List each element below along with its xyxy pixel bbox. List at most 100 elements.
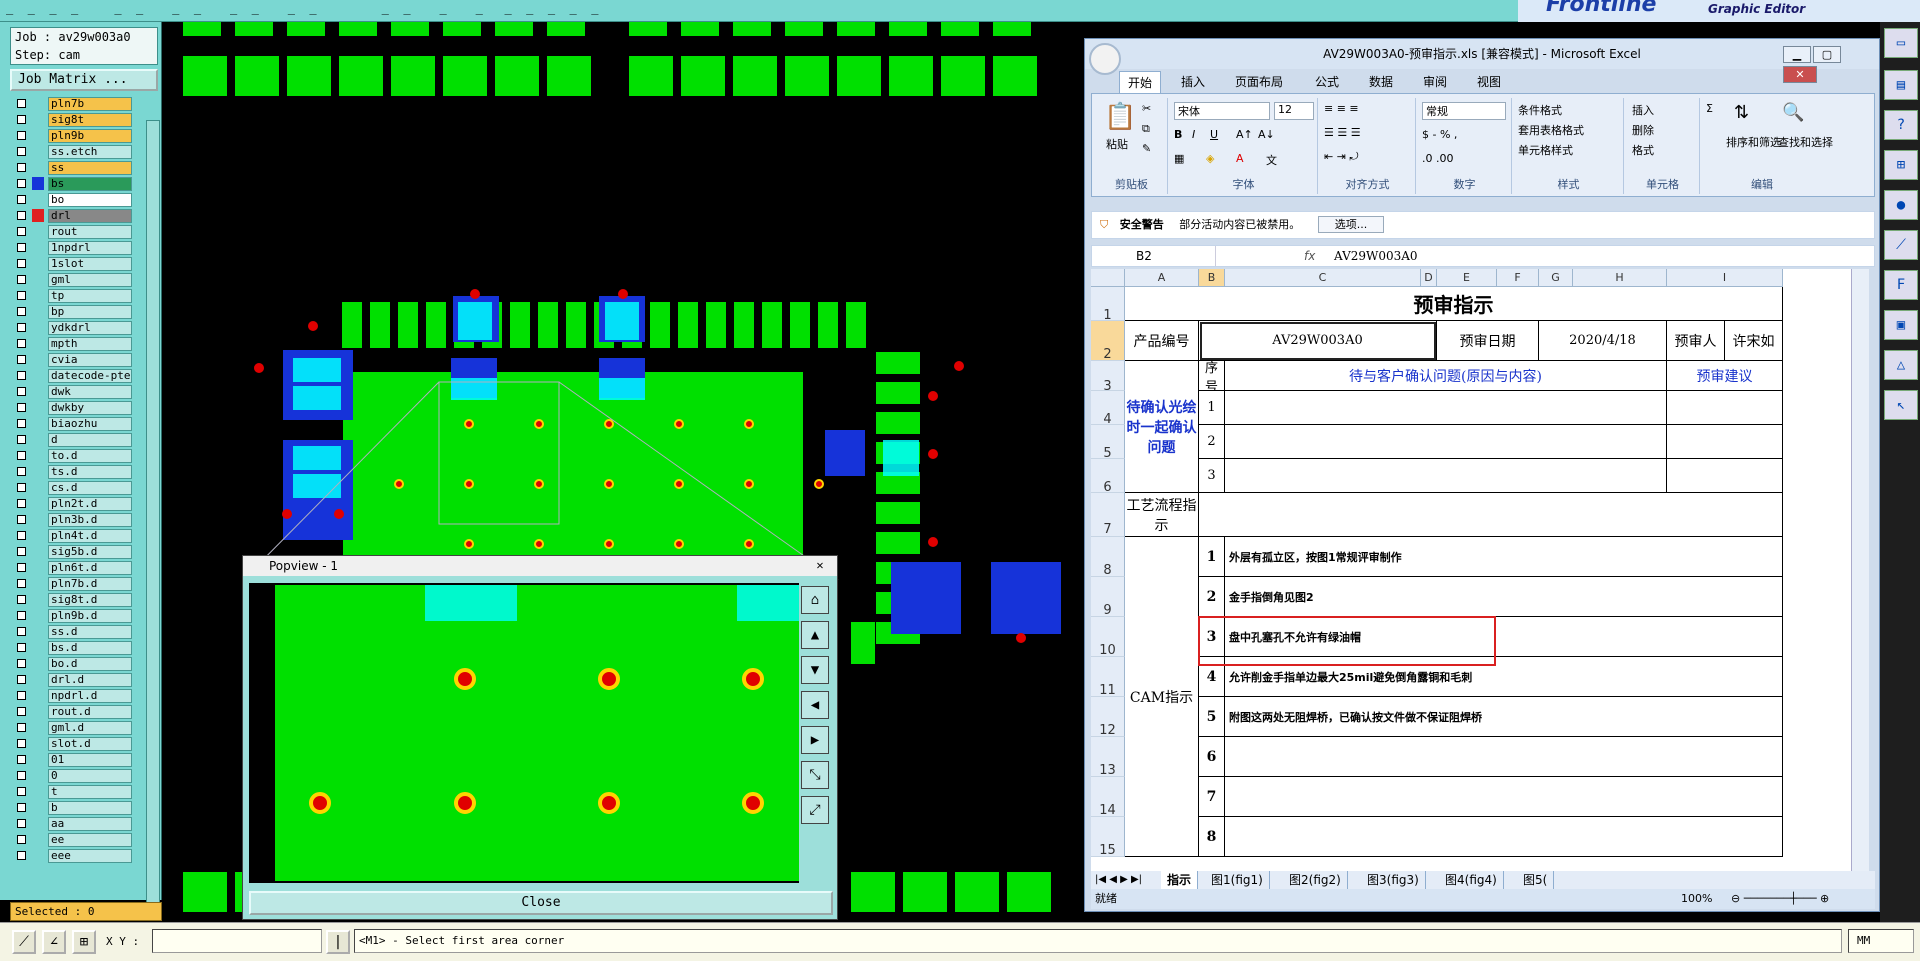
reviewer-value[interactable]: 许宋如 <box>1725 321 1783 361</box>
job-matrix-button[interactable]: Job Matrix ... <box>10 69 158 91</box>
layer-row[interactable]: cvia <box>12 352 132 368</box>
paste-button[interactable]: 粘贴 <box>1106 136 1128 152</box>
layer-row[interactable]: dwk <box>12 384 132 400</box>
angle-icon[interactable]: ∠ <box>42 930 66 954</box>
tool-4-icon[interactable]: ● <box>1884 190 1918 220</box>
ribbon-tab[interactable]: 数据 <box>1361 71 1401 93</box>
sheet-tab[interactable]: 图1(fig1) <box>1205 871 1270 889</box>
ribbon-tab[interactable]: 审阅 <box>1415 71 1455 93</box>
column-header[interactable]: D <box>1421 269 1437 287</box>
question-suggestion[interactable] <box>1667 391 1783 425</box>
process-label[interactable]: 工艺流程指示 <box>1125 493 1199 537</box>
layer-name[interactable]: drl.d <box>48 673 132 687</box>
layer-row[interactable]: pln4t.d <box>12 528 132 544</box>
sort-filter-button[interactable]: 排序和筛选 <box>1726 134 1781 150</box>
select-cursor-icon[interactable]: ↖ <box>1884 390 1918 420</box>
sheet-nav-icon[interactable]: |◀ ◀ ▶ ▶| <box>1095 871 1142 889</box>
review-date-value[interactable]: 2020/4/18 <box>1539 321 1667 361</box>
layer-name[interactable]: bs <box>48 177 132 191</box>
layer-row[interactable]: 1npdrl <box>12 240 132 256</box>
table-format-button[interactable]: 套用表格格式 <box>1518 122 1584 138</box>
tool-7-icon[interactable]: ▣ <box>1884 310 1918 340</box>
layer-row[interactable]: rout <box>12 224 132 240</box>
layer-name[interactable]: bo.d <box>48 657 132 671</box>
units-display[interactable]: MM <box>1848 929 1914 953</box>
find-icon[interactable]: 🔍 <box>1782 102 1804 123</box>
zoom-slider[interactable]: ⊖ ───────┼─── ⊕ <box>1731 889 1829 909</box>
layer-checkbox[interactable] <box>17 355 26 364</box>
question-number[interactable]: 3 <box>1199 459 1225 493</box>
question-text[interactable] <box>1225 391 1667 425</box>
layer-name[interactable]: b <box>48 801 132 815</box>
sheet-tab[interactable]: 图3(fig3) <box>1361 871 1426 889</box>
layer-row[interactable]: pln3b.d <box>12 512 132 528</box>
layer-checkbox[interactable] <box>17 451 26 460</box>
border-icon[interactable]: ▦ <box>1174 152 1184 165</box>
layer-checkbox[interactable] <box>17 179 26 188</box>
pan-down-icon[interactable]: ▼ <box>801 656 829 684</box>
layer-checkbox[interactable] <box>17 803 26 812</box>
layer-row[interactable]: ee <box>12 832 132 848</box>
security-options-button[interactable]: 选项... <box>1317 216 1385 233</box>
layer-row[interactable]: bs.d <box>12 640 132 656</box>
font-name-select[interactable]: 宋体 <box>1174 102 1270 120</box>
layer-name[interactable]: 0 <box>48 769 132 783</box>
font-color-icon[interactable]: A <box>1236 152 1244 165</box>
layer-name[interactable]: bp <box>48 305 132 319</box>
cam-item-text[interactable] <box>1225 737 1783 777</box>
layer-name[interactable]: dwkby <box>48 401 132 415</box>
bold-icon[interactable]: B <box>1174 128 1182 141</box>
layer-name[interactable]: mpth <box>48 337 132 351</box>
layer-row[interactable]: pln7b <box>12 96 132 112</box>
layer-row[interactable]: 01 <box>12 752 132 768</box>
layer-row[interactable]: bp <box>12 304 132 320</box>
layer-checkbox[interactable] <box>17 675 26 684</box>
sheet-tab[interactable]: 指示 <box>1161 871 1199 889</box>
layer-row[interactable]: rout.d <box>12 704 132 720</box>
row-header[interactable]: 7 <box>1091 493 1125 537</box>
layer-name[interactable]: gml <box>48 273 132 287</box>
layer-name[interactable]: biaozhu <box>48 417 132 431</box>
column-header[interactable]: F <box>1497 269 1539 287</box>
layer-checkbox[interactable] <box>17 419 26 428</box>
cam-item-number[interactable]: 7 <box>1199 777 1225 817</box>
layer-checkbox[interactable] <box>17 147 26 156</box>
layer-row[interactable]: pln2t.d <box>12 496 132 512</box>
corner-header[interactable] <box>1091 269 1125 287</box>
layer-row[interactable]: eee <box>12 848 132 864</box>
sheet-vscrollbar[interactable] <box>1851 269 1869 871</box>
layer-checkbox[interactable] <box>17 755 26 764</box>
layer-checkbox[interactable] <box>17 691 26 700</box>
cam-item-text[interactable]: 外层有孤立区，按图1常规评审制作 <box>1225 537 1783 577</box>
grid-icon[interactable]: ⊞ <box>72 930 96 954</box>
layer-color-swatch[interactable] <box>32 177 44 190</box>
layer-name[interactable]: sig8t <box>48 113 132 127</box>
layer-color-swatch[interactable] <box>32 209 44 222</box>
layer-checkbox[interactable] <box>17 131 26 140</box>
ribbon-tab[interactable]: 开始 <box>1119 71 1162 93</box>
process-value[interactable] <box>1199 493 1783 537</box>
layer-row[interactable]: gml <box>12 272 132 288</box>
layer-name[interactable]: pln9b <box>48 129 132 143</box>
copy-icon[interactable]: ⧉ <box>1142 122 1150 136</box>
cam-item-number[interactable]: 5 <box>1199 697 1225 737</box>
format-cells-button[interactable]: 格式 <box>1632 142 1654 158</box>
zoom-home-icon[interactable]: ⌂ <box>801 586 829 614</box>
layer-checkbox[interactable] <box>17 787 26 796</box>
xy-input[interactable] <box>152 929 322 953</box>
cam-item-text[interactable] <box>1225 817 1783 857</box>
layer-name[interactable]: t <box>48 785 132 799</box>
ribbon-tab[interactable]: 插入 <box>1173 71 1213 93</box>
layer-checkbox[interactable] <box>17 835 26 844</box>
minimize-icon[interactable]: ▁ <box>1783 46 1811 63</box>
grow-font-icon[interactable]: A↑ <box>1236 128 1253 141</box>
underline-icon[interactable]: U <box>1210 128 1218 141</box>
cam-item-text[interactable] <box>1225 777 1783 817</box>
column-header[interactable]: A <box>1125 269 1199 287</box>
find-select-button[interactable]: 查找和选择 <box>1778 134 1833 150</box>
issue-header[interactable]: 待与客户确认问题(原因与内容) <box>1225 361 1667 391</box>
tool-5-icon[interactable]: ⟋ <box>1884 230 1918 260</box>
layer-name[interactable]: dwk <box>48 385 132 399</box>
cursor-mode-icon[interactable]: | <box>326 930 350 954</box>
layer-name[interactable]: pln3b.d <box>48 513 132 527</box>
